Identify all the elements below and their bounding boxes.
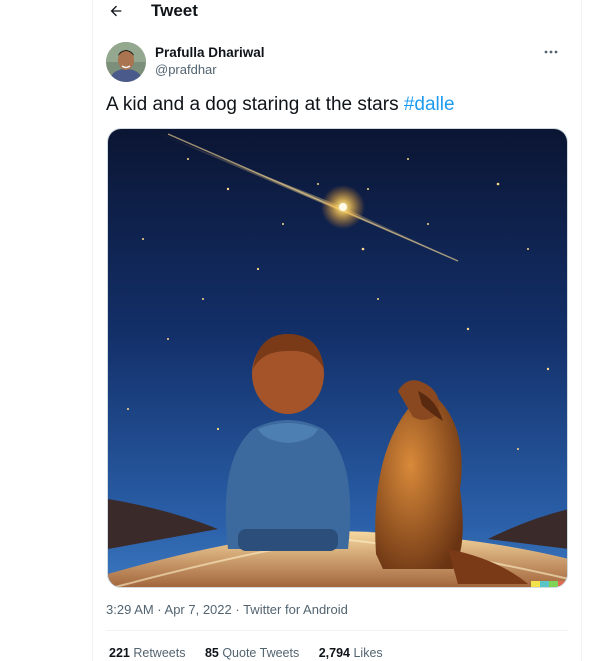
meta-separator: · bbox=[231, 602, 244, 617]
page-title: Tweet bbox=[151, 1, 198, 20]
page: Tweet Prafulla Dhariwal @prafdhar A kid … bbox=[0, 0, 604, 661]
tweet-meta: 3:29 AM · Apr 7, 2022 · Twitter for Andr… bbox=[106, 602, 348, 617]
tweet-source[interactable]: Twitter for Android bbox=[243, 602, 348, 617]
tweet-text: A kid and a dog staring at the stars #da… bbox=[106, 93, 455, 117]
media-image bbox=[108, 129, 567, 587]
tweet-media[interactable] bbox=[107, 128, 568, 588]
tweet-stats: 221 Retweets 85 Quote Tweets 2,794 Likes bbox=[109, 646, 399, 660]
quote-tweets-stat[interactable]: 85 Quote Tweets bbox=[205, 646, 299, 660]
divider bbox=[106, 630, 568, 631]
tweet-timestamp[interactable]: 3:29 AM · Apr 7, 2022 bbox=[106, 602, 232, 617]
top-bar: Tweet bbox=[93, 0, 581, 26]
author-display-name[interactable]: Prafulla Dhariwal bbox=[155, 44, 265, 61]
author-handle[interactable]: @prafdhar bbox=[155, 61, 265, 78]
back-button[interactable] bbox=[105, 0, 127, 22]
avatar[interactable] bbox=[106, 42, 146, 82]
likes-count: 2,794 bbox=[318, 646, 350, 660]
arrow-left-icon bbox=[110, 5, 122, 17]
retweets-count: 221 bbox=[109, 646, 130, 660]
tweet-author: Prafulla Dhariwal @prafdhar bbox=[106, 42, 566, 86]
more-horizontal-icon bbox=[544, 50, 558, 54]
user-avatar-image bbox=[106, 42, 146, 82]
quote-tweets-label: Quote Tweets bbox=[222, 646, 300, 660]
author-names: Prafulla Dhariwal @prafdhar bbox=[155, 44, 265, 78]
retweets-stat[interactable]: 221 Retweets bbox=[109, 646, 185, 660]
more-options-button[interactable] bbox=[536, 42, 566, 62]
hashtag-link[interactable]: #dalle bbox=[404, 94, 455, 115]
tweet-column: Tweet Prafulla Dhariwal @prafdhar A kid … bbox=[92, 0, 582, 661]
tweet-body-text: A kid and a dog staring at the stars bbox=[106, 94, 404, 115]
likes-label: Likes bbox=[353, 646, 383, 660]
retweets-label: Retweets bbox=[133, 646, 186, 660]
likes-stat[interactable]: 2,794 Likes bbox=[319, 646, 383, 660]
quote-tweets-count: 85 bbox=[204, 646, 219, 660]
